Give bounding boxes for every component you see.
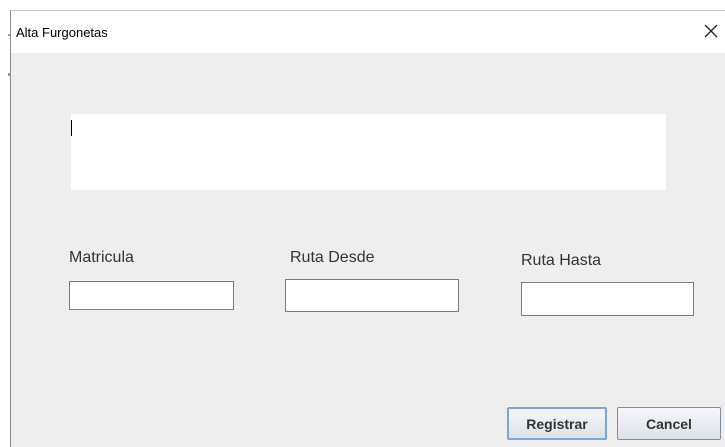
ruta-hasta-label: Ruta Hasta <box>521 252 602 269</box>
info-text-area[interactable] <box>71 114 666 190</box>
ruta-hasta-input[interactable] <box>521 282 694 316</box>
window-title: Alta Furgonetas <box>16 25 108 40</box>
cancel-button[interactable]: Cancel <box>617 407 721 440</box>
matricula-label: Matricula <box>69 249 134 266</box>
ruta-desde-label: Ruta Desde <box>290 249 375 266</box>
close-icon <box>704 24 718 38</box>
text-caret <box>71 120 72 136</box>
dialog-window: Alta Furgonetas Matricula Ruta Desde Rut… <box>10 10 725 447</box>
matricula-input[interactable] <box>69 281 234 310</box>
registrar-button[interactable]: Registrar <box>507 407 607 440</box>
close-button[interactable] <box>699 17 723 45</box>
title-bar: Alta Furgonetas <box>11 11 725 53</box>
ruta-desde-input[interactable] <box>285 279 459 312</box>
